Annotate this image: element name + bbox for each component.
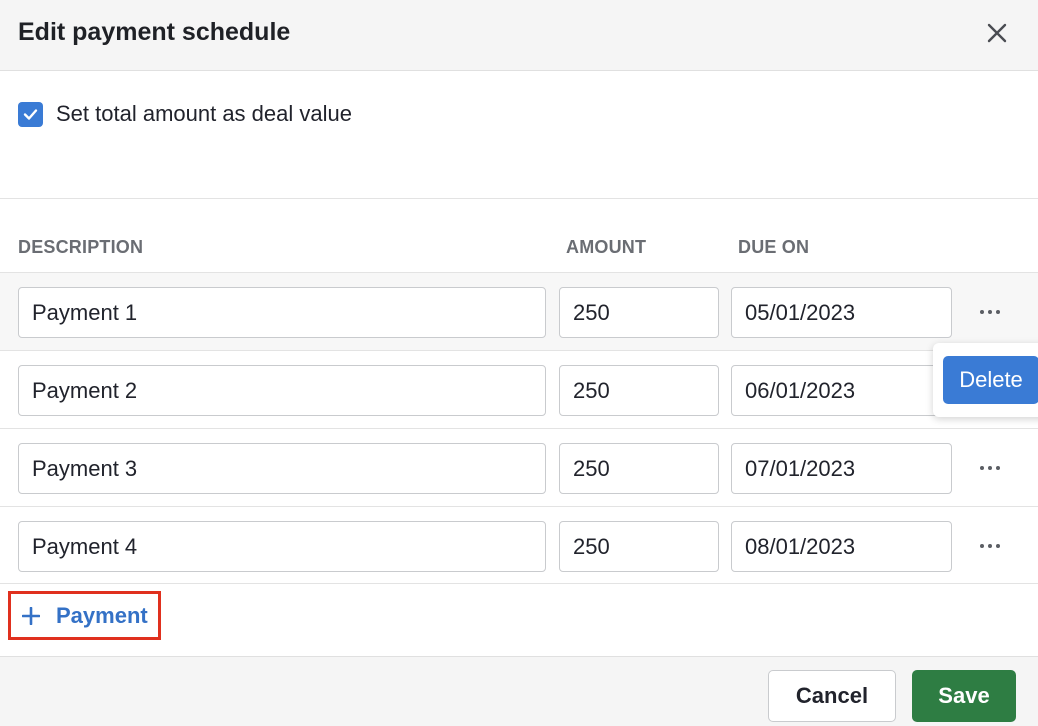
set-total-option[interactable]: Set total amount as deal value xyxy=(18,98,352,130)
row-more-button[interactable] xyxy=(970,297,1010,327)
close-button[interactable] xyxy=(980,16,1014,50)
cancel-button[interactable]: Cancel xyxy=(768,670,896,722)
dialog-header: Edit payment schedule xyxy=(0,0,1038,71)
add-payment-label: Payment xyxy=(56,602,148,628)
table-row: Payment 2 250 06/01/2023 xyxy=(0,350,1038,428)
description-input[interactable]: Payment 2 xyxy=(18,365,546,416)
set-total-label[interactable]: Set total amount as deal value xyxy=(56,101,352,127)
plus-icon xyxy=(22,606,40,625)
table-bottom-divider xyxy=(0,583,1038,584)
table-row: Payment 3 250 07/01/2023 xyxy=(0,428,1038,506)
amount-input[interactable]: 250 xyxy=(559,365,719,416)
checkmark-icon xyxy=(23,108,38,120)
delete-button[interactable]: Delete xyxy=(943,356,1038,404)
row-more-button[interactable] xyxy=(970,531,1010,561)
close-icon xyxy=(987,23,1007,43)
column-header-amount: AMOUNT xyxy=(566,237,647,257)
column-header-description: DESCRIPTION xyxy=(18,237,144,257)
row-more-button[interactable] xyxy=(970,453,1010,483)
add-payment-button[interactable]: Payment xyxy=(8,591,161,640)
row-action-menu: Delete xyxy=(933,343,1038,417)
table-row: Payment 4 250 08/01/2023 xyxy=(0,506,1038,584)
section-divider xyxy=(0,198,1038,199)
description-input[interactable]: Payment 3 xyxy=(18,443,546,494)
dialog-title: Edit payment schedule xyxy=(18,18,291,46)
more-horizontal-icon xyxy=(980,544,1000,548)
description-input[interactable]: Payment 1 xyxy=(18,287,546,338)
description-input[interactable]: Payment 4 xyxy=(18,521,546,572)
save-button[interactable]: Save xyxy=(912,670,1016,722)
dialog-footer: Cancel Save xyxy=(0,656,1038,726)
more-horizontal-icon xyxy=(980,310,1000,314)
amount-input[interactable]: 250 xyxy=(559,521,719,572)
due-date-input[interactable]: 08/01/2023 xyxy=(731,521,952,572)
due-date-input[interactable]: 05/01/2023 xyxy=(731,287,952,338)
table-row: Payment 1 250 05/01/2023 xyxy=(0,272,1038,350)
column-header-due-on: DUE ON xyxy=(738,237,810,257)
amount-input[interactable]: 250 xyxy=(559,443,719,494)
more-horizontal-icon xyxy=(980,466,1000,470)
set-total-checkbox[interactable] xyxy=(18,101,43,127)
due-date-input[interactable]: 07/01/2023 xyxy=(731,443,952,494)
amount-input[interactable]: 250 xyxy=(559,287,719,338)
due-date-input[interactable]: 06/01/2023 xyxy=(731,365,952,416)
